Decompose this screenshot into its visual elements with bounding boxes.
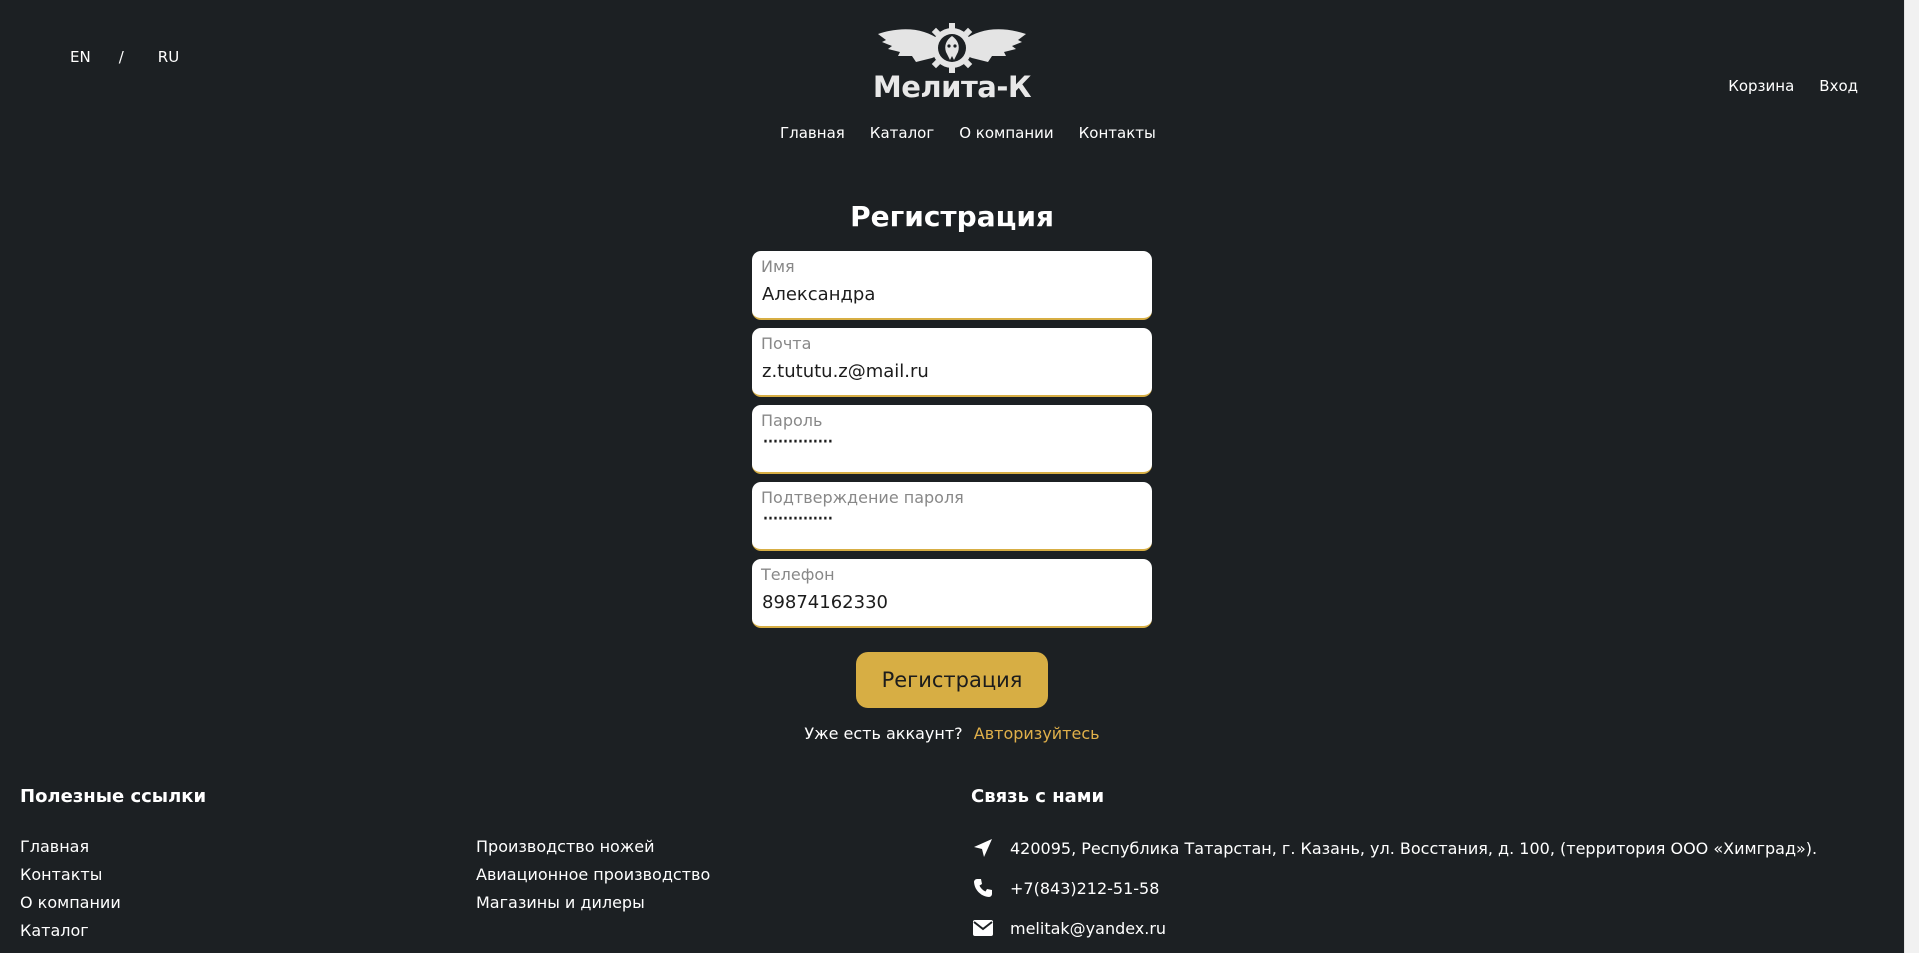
cart-link[interactable]: Корзина	[1728, 77, 1794, 95]
footer-link-dealers[interactable]: Магазины и дилеры	[476, 893, 710, 912]
authorize-link[interactable]: Авторизуйтесь	[974, 724, 1100, 743]
page-title: Регистрация	[850, 200, 1054, 233]
contact-email-text[interactable]: melitak@yandex.ru	[1010, 919, 1166, 938]
nav-item-contacts[interactable]: Контакты	[1079, 124, 1156, 142]
footer-link-aviation[interactable]: Авиационное производство	[476, 865, 710, 884]
page: EN / RU Мелита-К Главная Каталог О компа…	[0, 0, 1904, 953]
bat-gear-emblem-icon	[878, 23, 1026, 73]
language-switcher: EN / RU	[70, 48, 179, 66]
contact-phone: +7(843)212-51-58	[970, 877, 1159, 899]
footer-link-knives[interactable]: Производство ножей	[476, 837, 710, 856]
footer-link-about[interactable]: О компании	[20, 893, 121, 912]
footer-link-contacts[interactable]: Контакты	[20, 865, 121, 884]
name-field-value[interactable]: Александра	[762, 284, 875, 305]
register-button[interactable]: Регистрация	[856, 652, 1048, 708]
contact-address-text: 420095, Республика Татарстан, г. Казань,…	[1010, 838, 1818, 858]
nav-item-catalog[interactable]: Каталог	[870, 124, 934, 142]
location-arrow-icon	[970, 837, 996, 859]
user-links: Корзина Вход	[1728, 77, 1858, 95]
contact-phone-text[interactable]: +7(843)212-51-58	[1010, 879, 1159, 898]
footer-link-home[interactable]: Главная	[20, 837, 121, 856]
confirm-password-field-label: Подтверждение пароля	[761, 488, 964, 507]
confirm-password-field-value[interactable]: ··············	[762, 507, 834, 532]
login-prompt-text: Уже есть аккаунт?	[804, 724, 963, 743]
phone-field[interactable]: Телефон 89874162330	[752, 559, 1152, 628]
password-field-value[interactable]: ··············	[762, 430, 834, 455]
footer-links-col2: Производство ножей Авиационное производс…	[476, 837, 710, 912]
email-field-value[interactable]: z.tututu.z@mail.ru	[762, 361, 929, 382]
confirm-password-field[interactable]: Подтверждение пароля ··············	[752, 482, 1152, 551]
phone-icon	[970, 877, 996, 899]
envelope-icon	[970, 917, 996, 939]
email-field-label: Почта	[761, 334, 812, 353]
vertical-scrollbar[interactable]	[1904, 0, 1919, 953]
phone-field-label: Телефон	[761, 565, 835, 584]
name-field[interactable]: Имя Александра	[752, 251, 1152, 320]
footer-link-catalog[interactable]: Каталог	[20, 921, 121, 940]
footer-links-col1: Главная Контакты О компании Каталог	[20, 837, 121, 940]
nav-item-about[interactable]: О компании	[959, 124, 1053, 142]
main-nav: Главная Каталог О компании Контакты	[780, 124, 1156, 142]
lang-en-link[interactable]: EN	[70, 48, 91, 66]
contact-address: 420095, Республика Татарстан, г. Казань,…	[970, 837, 1817, 859]
name-field-label: Имя	[761, 257, 795, 276]
phone-field-value[interactable]: 89874162330	[762, 592, 888, 613]
footer-contact-title: Связь с нами	[971, 786, 1105, 807]
lang-separator: /	[118, 48, 124, 66]
password-field-label: Пароль	[761, 411, 823, 430]
password-field[interactable]: Пароль ··············	[752, 405, 1152, 474]
lang-ru-link[interactable]: RU	[158, 48, 179, 66]
login-link[interactable]: Вход	[1819, 77, 1858, 95]
site-logo[interactable]: Мелита-К	[872, 18, 1032, 108]
contact-email: melitak@yandex.ru	[970, 917, 1166, 939]
nav-item-home[interactable]: Главная	[780, 124, 845, 142]
email-field[interactable]: Почта z.tututu.z@mail.ru	[752, 328, 1152, 397]
logo-text: Мелита-К	[872, 70, 1032, 104]
login-prompt: Уже есть аккаунт? Авторизуйтесь	[0, 724, 1904, 743]
footer-links-title: Полезные ссылки	[20, 786, 207, 807]
